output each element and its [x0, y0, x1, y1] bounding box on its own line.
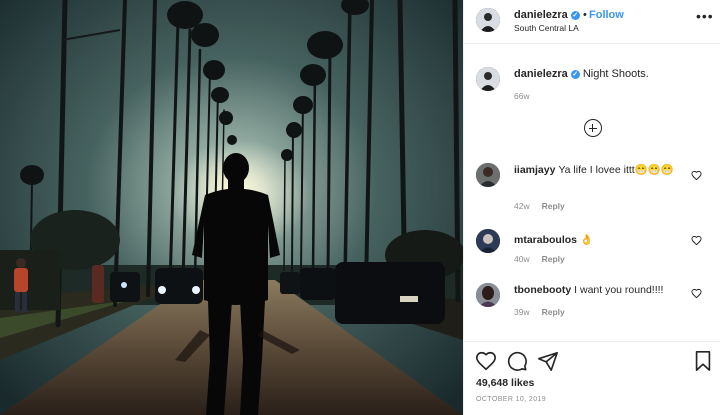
header-separator: •: [583, 9, 587, 21]
heart-icon[interactable]: [475, 350, 497, 372]
bookmark-icon[interactable]: [692, 350, 714, 372]
verified-badge-icon: ✓: [570, 70, 580, 79]
commenter-avatar[interactable]: [476, 229, 500, 253]
comment-body: iiamjayy Ya life I lovee ittt😁😁😁: [514, 163, 686, 177]
commenter-avatar[interactable]: [476, 283, 500, 307]
caption-timestamp[interactable]: 66w: [514, 91, 530, 101]
comment-time[interactable]: 39w: [514, 307, 530, 317]
reply-button[interactable]: Reply: [542, 201, 565, 211]
comment-text: I want you round!!!!: [574, 284, 664, 296]
comment-meta: 39w Reply: [514, 307, 577, 317]
reply-button[interactable]: Reply: [542, 254, 565, 264]
comment-body: tbonebooty I want you round!!!!: [514, 283, 686, 297]
more-icon[interactable]: •••: [696, 8, 714, 24]
caption-username[interactable]: danielezra: [514, 68, 568, 80]
follow-button[interactable]: Follow: [589, 9, 624, 21]
share-icon[interactable]: [537, 350, 559, 372]
author-avatar[interactable]: [476, 8, 500, 32]
night-street-photo: [0, 0, 463, 415]
comment-text: Ya life I lovee ittt😁😁😁: [558, 164, 674, 176]
comment-meta: 42w Reply: [514, 201, 577, 211]
comment-text: 👌: [580, 234, 594, 246]
comment-icon[interactable]: [506, 350, 528, 372]
caption-author-avatar[interactable]: [476, 67, 500, 91]
comment-time[interactable]: 42w: [514, 201, 530, 211]
post-location[interactable]: South Central LA: [514, 23, 579, 33]
comment-username[interactable]: iiamjayy: [514, 164, 555, 176]
comment-meta: 40w Reply: [514, 254, 577, 264]
post-photo[interactable]: [0, 0, 463, 415]
verified-badge-icon: ✓: [570, 11, 580, 20]
reply-button[interactable]: Reply: [542, 307, 565, 317]
post-header: danielezra ✓ • Follow South Central LA ••…: [464, 0, 720, 44]
comment-username[interactable]: tbonebooty: [514, 284, 571, 296]
load-more-comments-icon[interactable]: [584, 119, 602, 137]
comment-username[interactable]: mtaraboulos: [514, 234, 577, 246]
comment-time[interactable]: 40w: [514, 254, 530, 264]
post-actions: 49,648 likes OCTOBER 10, 2019: [464, 341, 720, 415]
caption: danielezra ✓ Night Shoots.: [514, 68, 649, 80]
comment-body: mtaraboulos 👌: [514, 233, 686, 247]
post-side-panel: danielezra ✓ • Follow South Central LA ••…: [463, 0, 720, 415]
comment-like-heart-icon[interactable]: [691, 235, 702, 246]
post-date[interactable]: OCTOBER 10, 2019: [476, 396, 546, 403]
comment-like-heart-icon[interactable]: [691, 288, 702, 299]
comment-like-heart-icon[interactable]: [691, 170, 702, 181]
caption-text: Night Shoots.: [582, 68, 649, 80]
likes-count[interactable]: 49,648 likes: [476, 377, 534, 389]
commenter-avatar[interactable]: [476, 163, 500, 187]
author-username[interactable]: danielezra ✓: [514, 9, 580, 21]
